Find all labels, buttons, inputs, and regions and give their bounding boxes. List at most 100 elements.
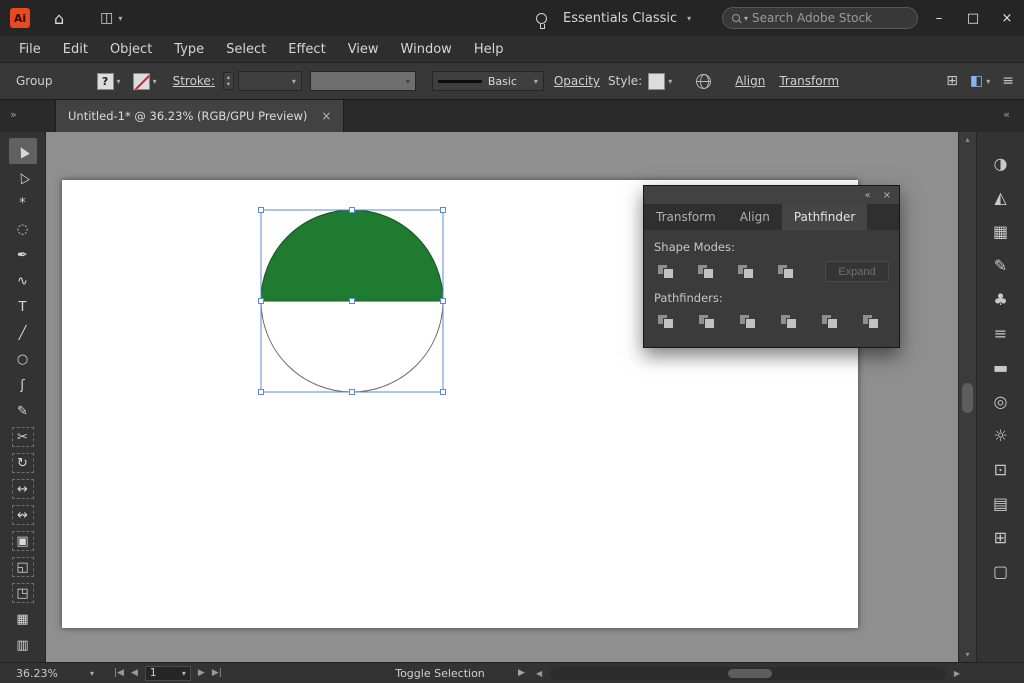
selection-handle[interactable]	[441, 390, 446, 395]
width-tool[interactable]: ↭	[9, 502, 37, 528]
scale-tool[interactable]: ↔	[9, 476, 37, 502]
dock-arrange-control[interactable]: ◧ ▾	[970, 73, 990, 89]
zoom-control[interactable]: 36.23% ▾	[12, 667, 98, 680]
discover-lightbulb-icon[interactable]	[536, 13, 547, 24]
crop-icon[interactable]	[777, 312, 801, 332]
unite-icon[interactable]	[654, 262, 678, 282]
selection-handle[interactable]	[441, 299, 446, 304]
curvature-tool[interactable]: ∿	[9, 268, 37, 294]
stroke-weight-combo[interactable]: ▾	[238, 71, 302, 91]
paintbrush-tool[interactable]: ʃ	[9, 372, 37, 398]
rotate-tool[interactable]: ↻	[9, 450, 37, 476]
scroll-down-icon[interactable]: ▾	[959, 650, 976, 659]
search-input[interactable]	[752, 11, 886, 25]
layers-icon[interactable]: ▤	[977, 486, 1024, 520]
selection-handle[interactable]	[350, 299, 355, 304]
transparency-icon[interactable]: ◎	[977, 384, 1024, 418]
menu-item[interactable]: File	[8, 36, 52, 62]
brush-definition-combo[interactable]: Basic ▾	[432, 71, 544, 91]
panel-collapse-icon[interactable]: «	[864, 190, 870, 201]
selection-handle[interactable]	[259, 208, 264, 213]
selection-handle[interactable]	[350, 390, 355, 395]
tab-pathfinder[interactable]: Pathfinder	[782, 204, 867, 230]
direct-selection-tool[interactable]: △	[9, 164, 37, 190]
lasso-tool[interactable]: ◌	[9, 216, 37, 242]
stroke-panel-icon[interactable]: ≡	[977, 316, 1024, 350]
artboard-number-control[interactable]: ▾	[145, 666, 191, 681]
shaper-tool[interactable]: ✎	[9, 398, 37, 424]
stroke-color-control[interactable]: ▾	[133, 73, 157, 90]
mesh-tool[interactable]: ▦	[9, 606, 37, 632]
minus-back-icon[interactable]	[859, 312, 883, 332]
first-artboard-icon[interactable]: |◀	[114, 668, 124, 678]
green-semicircle-path[interactable]	[261, 210, 443, 301]
tab-transform[interactable]: Transform	[644, 204, 728, 230]
intersect-icon[interactable]	[734, 262, 758, 282]
swatches-icon[interactable]: ▦	[977, 214, 1024, 248]
scroll-up-icon[interactable]: ▴	[959, 135, 976, 144]
adobe-stock-search[interactable]: ▾	[722, 7, 918, 29]
toolbar-expand-icon[interactable]: »	[10, 108, 17, 121]
transform-link[interactable]: Transform	[779, 74, 839, 88]
maximize-button[interactable]: □	[956, 0, 990, 36]
artboard-number-input[interactable]	[150, 667, 176, 679]
outline-icon[interactable]	[818, 312, 842, 332]
perspective-grid-tool[interactable]: ◳	[9, 580, 37, 606]
workspace-switcher[interactable]: Essentials Classic ▾	[563, 11, 691, 26]
graphic-style-control[interactable]: ▾	[648, 73, 672, 90]
home-icon[interactable]: ⌂	[54, 9, 64, 28]
free-transform-tool[interactable]: ▣	[9, 528, 37, 554]
vertical-scroll-thumb[interactable]	[962, 383, 973, 413]
minus-front-icon[interactable]	[694, 262, 718, 282]
menu-item[interactable]: Window	[390, 36, 463, 62]
selection-handle[interactable]	[259, 390, 264, 395]
gradient-tool[interactable]: ▥	[9, 632, 37, 658]
dock-collapse-icon[interactable]: «	[1003, 108, 1010, 121]
pen-tool[interactable]: ✒	[9, 242, 37, 268]
expand-button[interactable]: Expand	[825, 261, 889, 282]
exclude-icon[interactable]	[774, 262, 798, 282]
menu-item[interactable]: View	[337, 36, 390, 62]
selection-handle[interactable]	[350, 208, 355, 213]
align-link[interactable]: Align	[735, 74, 765, 88]
divide-icon[interactable]	[654, 312, 678, 332]
appearance-icon[interactable]: ☼	[977, 418, 1024, 452]
graphic-styles-icon[interactable]: ⊡	[977, 452, 1024, 486]
menu-item[interactable]: Effect	[277, 36, 336, 62]
menu-item[interactable]: Help	[463, 36, 515, 62]
selection-tool[interactable]: ▲	[9, 138, 37, 164]
opacity-link[interactable]: Opacity	[554, 74, 600, 88]
horizontal-scrollbar[interactable]	[550, 667, 946, 680]
color-guide-icon[interactable]: ◭	[977, 180, 1024, 214]
grid-options-icon[interactable]: ⊞	[946, 73, 958, 89]
asset-export-icon[interactable]: ▢	[977, 554, 1024, 588]
horizontal-scroll-thumb[interactable]	[728, 669, 772, 678]
type-tool[interactable]: T	[9, 294, 37, 320]
recolor-artwork-icon[interactable]	[696, 74, 711, 89]
menu-item[interactable]: Edit	[52, 36, 99, 62]
document-close-icon[interactable]: ×	[321, 109, 331, 123]
menu-item[interactable]: Type	[163, 36, 215, 62]
selection-handle[interactable]	[441, 208, 446, 213]
artboards-icon[interactable]: ⊞	[977, 520, 1024, 554]
menu-item[interactable]: Object	[99, 36, 163, 62]
scissors-tool[interactable]: ✂	[9, 424, 37, 450]
color-panel-icon[interactable]: ◑	[977, 146, 1024, 180]
merge-icon[interactable]	[736, 312, 760, 332]
menu-item[interactable]: Select	[215, 36, 277, 62]
brushes-icon[interactable]: ✎	[977, 248, 1024, 282]
stroke-link[interactable]: Stroke:	[173, 74, 215, 88]
arrange-documents-button[interactable]: ◫ ▾	[100, 10, 122, 26]
document-tab[interactable]: Untitled-1* @ 36.23% (RGB/GPU Preview) ×	[55, 100, 344, 132]
magic-wand-tool[interactable]: *	[9, 190, 37, 216]
panel-menu-icon[interactable]: ≡	[1002, 73, 1014, 89]
status-indicator[interactable]: Toggle Selection	[340, 667, 540, 680]
ellipse-tool[interactable]: ○	[9, 346, 37, 372]
next-artboard-icon[interactable]: ▶	[198, 668, 205, 678]
last-artboard-icon[interactable]: ▶|	[212, 668, 222, 678]
shape-builder-tool[interactable]: ◱	[9, 554, 37, 580]
panel-close-icon[interactable]: ×	[883, 190, 891, 201]
scroll-left-icon[interactable]: ◀	[536, 669, 542, 678]
trim-icon[interactable]	[695, 312, 719, 332]
minimize-button[interactable]: –	[922, 0, 956, 36]
